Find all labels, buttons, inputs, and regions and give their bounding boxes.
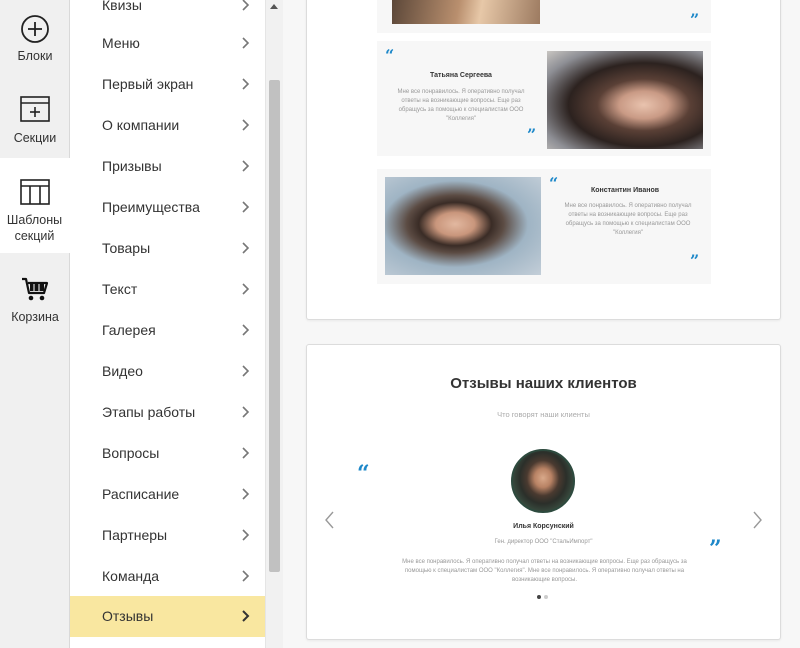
quote-close-icon: ” [527,125,537,144]
menu-item-partners[interactable]: Партнеры [70,515,265,556]
review-text: Мне все понравилось. Я оперативно получа… [564,203,692,236]
menu-item-label: О компании [102,117,180,133]
menu-item-label: Товары [102,240,151,256]
menu-item-menu[interactable]: Меню [70,23,265,64]
menu-item-advantages[interactable]: Преимущества [70,187,265,228]
rail-item-label: Шаблоны секций [6,213,63,243]
slider-dot[interactable] [544,595,548,599]
quote-open-icon: “ [385,46,395,65]
template-card-reviews-slider[interactable]: Отзывы наших клиентов Что говорят наши к… [306,344,781,640]
chevron-right-icon [242,406,250,418]
quote-open-icon: “ [357,461,370,487]
menu-item-schedule[interactable]: Расписание [70,474,265,515]
rail-item-cart[interactable]: Корзина [0,275,70,335]
chevron-right-icon [242,37,250,49]
section-title: Отзывы наших клиентов [450,375,637,392]
section-subtitle: Что говорят наши клиенты [497,410,590,419]
template-card-reviews-list[interactable]: ” “ Татьяна Сергеева Мне все понравилось… [306,0,781,320]
icon-rail: Блоки Секции Шаблоны секций Корзина [0,0,70,648]
menu-item-label: Вопросы [102,445,160,461]
chevron-right-icon [242,201,250,213]
menu-item-questions[interactable]: Вопросы [70,433,265,474]
review-text: Мне все понравилось. Я оперативно получа… [397,89,525,122]
rail-item-label: Секции [13,131,57,145]
slider-dot-active[interactable] [537,595,541,599]
menu-item-label: Расписание [102,486,180,502]
menu-item-label: Команда [102,568,160,584]
chevron-right-icon [242,119,250,131]
chevron-right-icon [242,529,250,541]
menu-item-label: Текст [102,281,138,297]
chevron-right-icon [242,283,250,295]
chevron-right-icon [242,610,250,622]
chevron-right-icon [242,365,250,377]
menu-item-cta[interactable]: Призывы [70,146,265,187]
scroll-up-arrow-icon[interactable] [270,4,278,9]
chevron-right-icon [242,78,250,90]
menu-item-video[interactable]: Видео [70,351,265,392]
chevron-right-icon [242,447,250,459]
rail-item-sections[interactable]: Секции [0,94,70,156]
scrollbar-thumb[interactable] [269,80,280,572]
menu-item-work-stages[interactable]: Этапы работы [70,392,265,433]
section-category-menu: Квизы Меню Первый экран О компании Призы… [70,0,265,648]
review-photo [547,51,703,149]
menu-item-label: Галерея [102,322,156,338]
plus-circle-icon [21,15,49,43]
menu-item-team[interactable]: Команда [70,556,265,597]
review-item: “ Константин Иванов Мне все понравилось.… [377,169,711,284]
menu-item-label: Первый экран [102,76,194,92]
menu-item-text[interactable]: Текст [70,269,265,310]
review-item-partial: ” [377,0,711,33]
review-author-name: Илья Корсунский [513,523,574,530]
review-text: Мне все понравилось. Я оперативно получа… [402,559,687,583]
chevron-right-icon [242,324,250,336]
quote-close-icon: ” [709,536,722,562]
chevron-right-icon [242,0,250,11]
menu-item-products[interactable]: Товары [70,228,265,269]
menu-item-reviews[interactable]: Отзывы [70,596,265,637]
review-author-name: Татьяна Сергеева [430,72,492,79]
rail-item-section-templates[interactable]: Шаблоны секций [0,158,70,253]
menu-item-label: Партнеры [102,527,168,543]
menu-item-label: Квизы [102,0,142,13]
quote-close-icon: ” [690,251,700,270]
review-author-name: Константин Иванов [590,187,660,194]
menu-item-gallery[interactable]: Галерея [70,310,265,351]
menu-item-label: Видео [102,363,143,379]
chevron-right-icon [242,570,250,582]
review-photo [385,177,541,275]
template-preview-area: ” “ Татьяна Сергеева Мне все понравилось… [283,0,800,648]
review-item: “ Татьяна Сергеева Мне все понравилось. … [377,41,711,156]
rail-item-blocks[interactable]: Блоки [0,14,70,78]
menu-scrollbar[interactable] [265,0,283,648]
menu-item-label: Отзывы [102,608,154,624]
menu-item-first-screen[interactable]: Первый экран [70,64,265,105]
rail-item-label: Корзина [11,310,59,324]
reviewer-avatar [511,449,575,513]
menu-item-about[interactable]: О компании [70,105,265,146]
rail-item-label: Блоки [17,49,53,63]
chevron-right-icon [242,160,250,172]
review-photo [392,0,540,24]
cart-icon [22,277,49,301]
chevron-right-icon [242,242,250,254]
menu-item-label: Этапы работы [102,404,196,420]
menu-item-label: Меню [102,35,140,51]
chevron-right-icon [242,488,250,500]
menu-item-label: Призывы [102,158,162,174]
section-add-icon [20,96,50,122]
quote-close-icon: ” [690,10,700,29]
menu-item-label: Преимущества [102,199,200,215]
template-grid-icon [19,179,50,205]
